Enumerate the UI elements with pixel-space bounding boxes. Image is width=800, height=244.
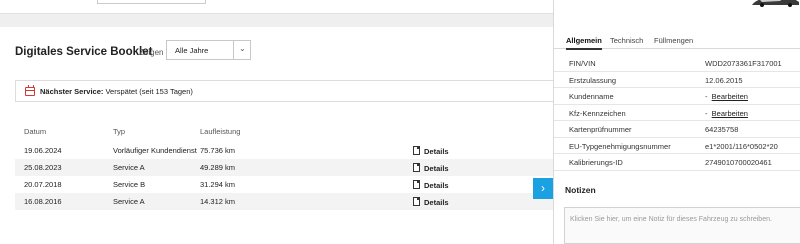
chevron-right-icon: › xyxy=(541,181,545,195)
info-row-calibration-id: Kalibrierungs-ID 2749010700020461 xyxy=(554,154,800,171)
row-date: 20.07.2018 xyxy=(24,180,62,189)
edit-license-plate-link[interactable]: Bearbeiten xyxy=(712,109,748,118)
car-image-icon xyxy=(752,0,799,7)
vehicle-info-panel: Allgemein Technisch Füllmengen FIN/VIN W… xyxy=(553,0,800,244)
document-icon xyxy=(413,197,420,206)
tab-capacities[interactable]: Füllmengen xyxy=(654,36,693,45)
row-mileage: 75.736 km xyxy=(200,146,236,155)
active-tab-indicator xyxy=(566,48,602,50)
info-value: 64235758 xyxy=(705,125,739,134)
table-row: 19.06.2024 Vorläufiger Kundendienst 75.7… xyxy=(15,142,553,159)
year-filter-value: Alle Jahre xyxy=(175,46,209,55)
panel-toggle-button[interactable]: › xyxy=(533,178,553,199)
details-link[interactable]: Details xyxy=(413,146,449,156)
document-icon xyxy=(413,163,420,172)
edit-customer-name-link[interactable]: Bearbeiten xyxy=(712,92,748,101)
info-row-vin: FIN/VIN WDD2073361F317001 xyxy=(554,55,800,72)
next-service-status: Verspätet (seit 153 Tagen) xyxy=(105,87,193,96)
top-card xyxy=(0,0,553,14)
row-mileage: 49.289 km xyxy=(200,163,236,172)
info-value-wrap: - Bearbeiten xyxy=(705,109,748,118)
info-value: - xyxy=(705,92,708,101)
document-icon xyxy=(413,146,420,155)
header-mileage: Laufleistung xyxy=(200,127,241,136)
next-service-label: Nächster Service: xyxy=(40,87,104,96)
row-date: 19.06.2024 xyxy=(24,146,62,155)
info-row-license-plate: Kfz-Kennzeichen - Bearbeiten xyxy=(554,105,800,121)
top-input-stub[interactable] xyxy=(97,0,206,4)
service-table-header: Datum Typ Laufleistung xyxy=(15,127,553,139)
table-row: 20.07.2018 Service B 31.294 km Details xyxy=(15,176,553,193)
details-link[interactable]: Details xyxy=(413,197,449,207)
info-key: Kalibrierungs-ID xyxy=(569,158,623,167)
header-type: Typ xyxy=(113,127,126,136)
notes-textarea[interactable] xyxy=(565,208,800,243)
details-label: Details xyxy=(424,164,449,173)
info-value: - xyxy=(705,108,708,118)
tab-technical[interactable]: Technisch xyxy=(610,36,643,45)
show-label: Zeigen xyxy=(139,48,164,57)
row-mileage: 31.294 km xyxy=(200,180,236,189)
info-key: EU-Typgenehmigungsnummer xyxy=(569,141,671,151)
info-value: WDD2073361F317001 xyxy=(705,59,782,68)
next-service-text: Nächster Service: Verspätet (seit 153 Ta… xyxy=(40,87,193,96)
table-row: 25.08.2023 Service A 49.289 km Details xyxy=(15,159,553,176)
info-row-customer-name: Kundenname - Bearbeiten xyxy=(554,88,800,105)
info-value: 12.06.2015 xyxy=(705,75,743,85)
info-key: Kfz-Kennzeichen xyxy=(569,108,626,118)
details-label: Details xyxy=(424,198,449,207)
details-link[interactable]: Details xyxy=(413,163,449,173)
info-value: e1*2001/116*0502*20 xyxy=(705,141,778,151)
notes-title: Notizen xyxy=(565,185,596,195)
row-type: Vorläufiger Kundendienst xyxy=(113,146,197,155)
panel-tabs: Allgemein Technisch Füllmengen xyxy=(554,35,800,50)
info-key: Kundenname xyxy=(569,92,614,101)
calendar-icon xyxy=(25,85,35,96)
chevron-down-icon: ⌄ xyxy=(239,44,246,53)
info-key: FIN/VIN xyxy=(569,59,596,68)
info-key: Kartenprüfnummer xyxy=(569,125,632,134)
row-date: 16.08.2016 xyxy=(24,197,62,206)
booklet-title: Digitales Service Booklet xyxy=(15,46,153,58)
info-row-eu-type-approval: EU-Typgenehmigungsnummer e1*2001/116*050… xyxy=(554,138,800,154)
notes-box xyxy=(564,207,800,244)
details-link[interactable]: Details xyxy=(413,180,449,190)
info-key: Erstzulassung xyxy=(569,75,617,85)
details-label: Details xyxy=(424,147,449,156)
row-type: Service A xyxy=(113,197,145,206)
select-divider xyxy=(233,41,234,59)
header-date: Datum xyxy=(24,127,47,136)
year-filter-select[interactable]: Alle Jahre ⌄ xyxy=(166,40,251,60)
table-row: 16.08.2016 Service A 14.312 km Details xyxy=(15,193,553,210)
service-booklet-card: Digitales Service Booklet Zeigen Alle Ja… xyxy=(0,27,560,244)
info-row-registration: Erstzulassung 12.06.2015 xyxy=(554,72,800,88)
row-date: 25.08.2023 xyxy=(24,163,62,172)
info-value: 2749010700020461 xyxy=(705,158,772,167)
row-mileage: 14.312 km xyxy=(200,197,236,206)
info-row-card-check-number: Kartenprüfnummer 64235758 xyxy=(554,121,800,138)
document-icon xyxy=(413,180,420,189)
row-type: Service B xyxy=(113,180,146,189)
tab-general[interactable]: Allgemein xyxy=(566,36,602,45)
info-value-wrap: - Bearbeiten xyxy=(705,92,748,101)
next-service-notice: Nächster Service: Verspätet (seit 153 Ta… xyxy=(15,80,560,102)
details-label: Details xyxy=(424,181,449,190)
row-type: Service A xyxy=(113,163,145,172)
